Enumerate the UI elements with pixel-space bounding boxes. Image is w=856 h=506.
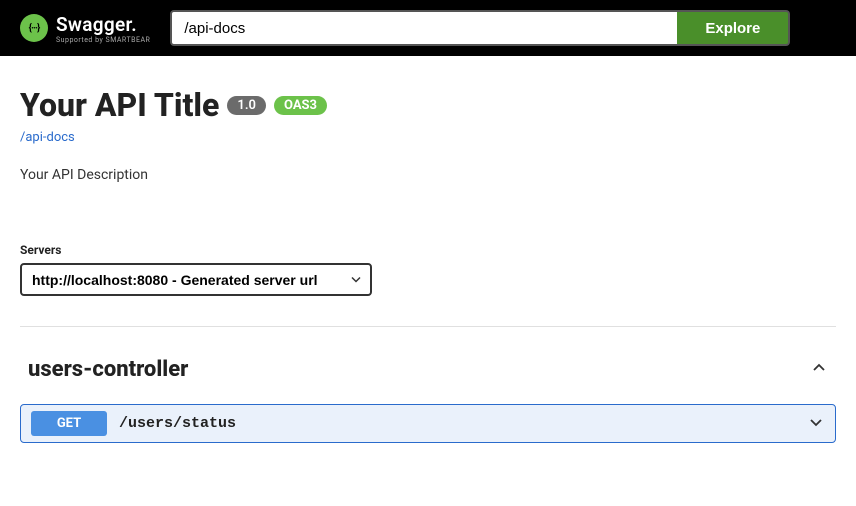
server-select[interactable]: http://localhost:8080 - Generated server… (20, 263, 372, 296)
explore-button[interactable]: Explore (677, 10, 790, 46)
endpoint-path: /users/status (119, 415, 795, 432)
api-url-input[interactable] (170, 10, 677, 46)
chevron-down-icon (807, 413, 825, 435)
oas-badge: OAS3 (274, 96, 327, 115)
version-badge: 1.0 (227, 96, 266, 115)
api-header: Your API Title 1.0 OAS3 (20, 86, 836, 124)
controller-header[interactable]: users-controller (20, 347, 836, 392)
servers-label: Servers (20, 243, 836, 257)
api-description: Your API Description (20, 167, 836, 183)
swagger-logo-icon: {···} (20, 14, 48, 42)
swagger-logo[interactable]: {···} Swagger. Supported by SMARTBEAR (20, 13, 150, 44)
url-bar: Explore (170, 10, 790, 46)
topbar: {···} Swagger. Supported by SMARTBEAR Ex… (0, 0, 856, 56)
logo-text: Swagger. (56, 13, 150, 36)
api-docs-link[interactable]: /api-docs (20, 130, 75, 145)
http-method-badge: GET (31, 411, 107, 436)
logo-subtext: Supported by SMARTBEAR (56, 36, 150, 44)
api-title: Your API Title (20, 86, 219, 124)
controller-title: users-controller (28, 357, 188, 382)
endpoint-row[interactable]: GET /users/status (20, 404, 836, 443)
chevron-up-icon (810, 359, 828, 381)
